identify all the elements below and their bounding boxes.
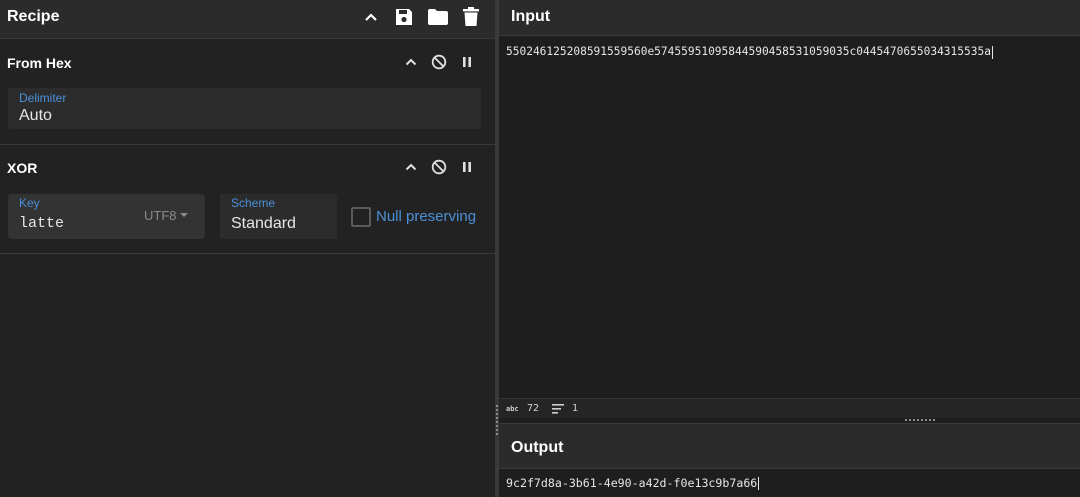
vertical-resize-handle[interactable]	[496, 405, 498, 437]
collapse-all-button[interactable]	[359, 5, 383, 29]
delimiter-field[interactable]: Delimiter Auto	[8, 88, 481, 129]
recipe-pane: Recipe From Hex Delimiter Auto XOR Key l…	[0, 0, 495, 497]
pause-operation-button[interactable]	[458, 53, 476, 71]
input-text: 550246125208591559560e574559510958445904…	[506, 45, 991, 58]
chevron-up-icon	[405, 58, 417, 66]
pause-icon	[463, 162, 471, 172]
input-textarea[interactable]: 550246125208591559560e574559510958445904…	[499, 36, 1080, 398]
folder-icon	[428, 9, 448, 25]
operation-from-hex: From Hex Delimiter Auto	[0, 40, 495, 145]
recipe-header: Recipe	[0, 0, 495, 39]
disable-operation-button[interactable]	[430, 53, 448, 71]
io-pane: Input 550246125208591559560e574559510958…	[499, 0, 1080, 497]
delimiter-value: Auto	[19, 107, 52, 124]
disable-operation-button[interactable]	[430, 158, 448, 176]
output-title: Output	[511, 439, 564, 456]
pause-operation-button[interactable]	[458, 158, 476, 176]
input-header: Input	[499, 0, 1080, 36]
output-text: 9c2f7d8a-3b61-4e90-a42d-f0e13c9b7a66	[506, 476, 758, 490]
chevron-down-icon	[179, 212, 188, 217]
operation-xor: XOR Key latte UTF8 Scheme Standard	[0, 145, 495, 254]
text-cursor	[758, 477, 760, 490]
output-text-wrap: 9c2f7d8a-3b61-4e90-a42d-f0e13c9b7a66	[506, 476, 760, 490]
trash-icon	[463, 7, 479, 26]
output-header: Output	[499, 423, 1080, 469]
operation-title: From Hex	[7, 55, 72, 71]
operation-title: XOR	[7, 160, 38, 176]
key-label: Key	[19, 196, 40, 210]
disable-icon	[431, 159, 447, 175]
input-title: Input	[511, 8, 551, 25]
key-encoding: UTF8	[144, 208, 177, 223]
scheme-select[interactable]: Scheme Standard	[220, 194, 337, 239]
key-field[interactable]: Key latte UTF8	[8, 194, 205, 239]
char-count-icon: abc	[506, 405, 519, 413]
horizontal-resize-handle[interactable]	[905, 419, 937, 421]
scheme-value: Standard	[231, 215, 296, 232]
save-recipe-button[interactable]	[392, 5, 416, 29]
input-status-bar: abc 72 1	[499, 398, 1080, 418]
recipe-title: Recipe	[7, 8, 60, 25]
line-count-icon	[552, 404, 564, 414]
scheme-label: Scheme	[231, 196, 276, 210]
input-text-wrap: 550246125208591559560e574559510958445904…	[506, 45, 993, 59]
disable-icon	[431, 54, 447, 70]
key-value: latte	[19, 215, 65, 232]
text-cursor	[991, 45, 993, 59]
save-icon	[396, 9, 412, 25]
output-textarea[interactable]: 9c2f7d8a-3b61-4e90-a42d-f0e13c9b7a66	[499, 469, 1080, 497]
char-count: 72	[527, 403, 540, 414]
line-count: 1	[572, 403, 579, 414]
chevron-up-icon	[405, 163, 417, 171]
collapse-operation-button[interactable]	[402, 53, 420, 71]
null-preserving-label[interactable]: Null preserving	[376, 208, 476, 225]
delimiter-label: Delimiter	[19, 91, 67, 105]
chevron-up-icon	[365, 13, 377, 21]
pause-icon	[463, 57, 471, 67]
load-recipe-button[interactable]	[426, 5, 450, 29]
collapse-operation-button[interactable]	[402, 158, 420, 176]
clear-recipe-button[interactable]	[459, 5, 483, 29]
null-preserving-checkbox[interactable]	[351, 207, 371, 227]
key-encoding-dropdown[interactable]: UTF8	[144, 208, 188, 223]
